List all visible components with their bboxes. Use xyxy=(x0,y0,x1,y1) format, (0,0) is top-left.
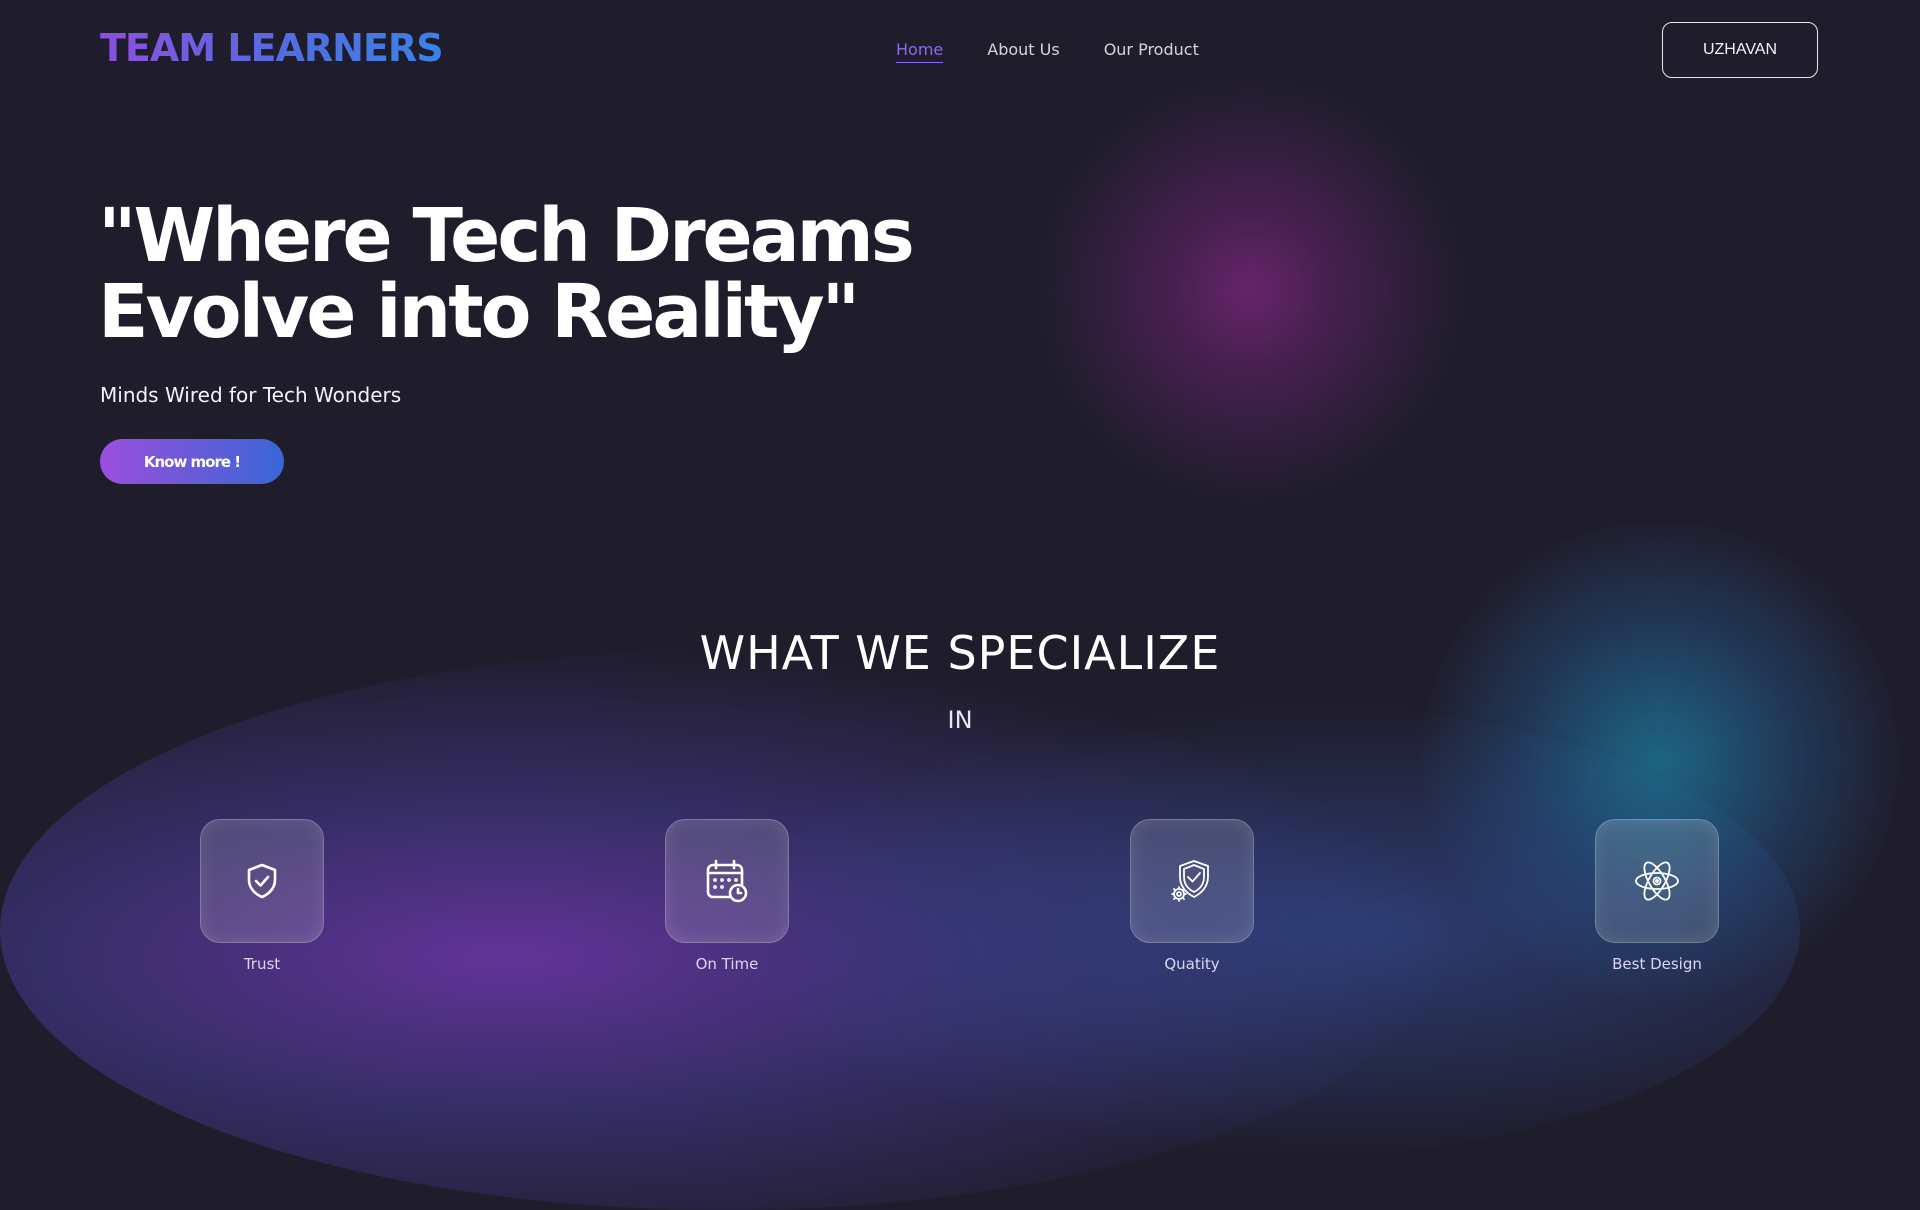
shield-check-icon xyxy=(247,863,277,899)
know-more-button[interactable]: Know more ! xyxy=(100,439,284,484)
feature-card-quality[interactable]: Quatity xyxy=(1102,819,1282,973)
background-glow-pink xyxy=(1030,80,1470,500)
specialize-subtitle: IN xyxy=(947,706,973,734)
nav-item-home[interactable]: Home xyxy=(896,40,944,63)
feature-label: Quatity xyxy=(1164,955,1220,973)
brand-logo[interactable]: TEAM LEARNERS xyxy=(100,26,444,70)
feature-card-best-design[interactable]: Best Design xyxy=(1567,819,1747,973)
feature-tile[interactable] xyxy=(665,819,789,943)
feature-tile[interactable] xyxy=(200,819,324,943)
calendar-clock-icon xyxy=(706,859,748,903)
nav-item-about-us[interactable]: About Us xyxy=(987,40,1059,63)
feature-label: On Time xyxy=(695,955,759,973)
feature-tile[interactable] xyxy=(1130,819,1254,943)
user-account-button[interactable]: UZHAVAN xyxy=(1662,22,1818,78)
feature-card-on-time[interactable]: On Time xyxy=(637,819,817,973)
main-nav: Home About Us Our Product xyxy=(896,40,1199,63)
feature-label: Trust xyxy=(243,955,281,973)
hero-title-line-2: Evolve into Reality" xyxy=(98,269,860,355)
hero-title-line-1: "Where Tech Dreams xyxy=(98,193,915,279)
feature-label: Best Design xyxy=(1612,955,1702,973)
atom-icon xyxy=(1635,861,1679,901)
feature-tile[interactable] xyxy=(1595,819,1719,943)
site-header: TEAM LEARNERS Home About Us Our Product … xyxy=(0,0,1920,104)
specialize-title: WHAT WE SPECIALIZE xyxy=(699,626,1221,680)
hero-title: "Where Tech Dreams Evolve into Reality" xyxy=(98,198,998,350)
quality-shield-gear-icon xyxy=(1171,860,1209,902)
nav-item-our-product[interactable]: Our Product xyxy=(1104,40,1199,63)
feature-card-trust[interactable]: Trust xyxy=(172,819,352,973)
hero-subtitle: Minds Wired for Tech Wonders xyxy=(100,383,402,407)
